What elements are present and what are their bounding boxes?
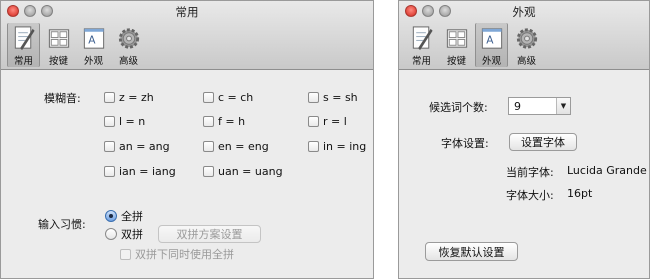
general-preferences-window: 常用 按键 A 外观 高级 常用 模糊音: z = zh c = ch s = …: [0, 0, 374, 279]
input-habit-label: 输入习惯:: [38, 218, 86, 231]
toolbar-tab-appearance[interactable]: A 外观: [77, 23, 110, 67]
shuangpin-settings-button[interactable]: 双拼方案设置: [158, 225, 261, 243]
checkbox[interactable]: [203, 91, 214, 103]
minimize-button[interactable]: [24, 5, 36, 17]
fuzzy-option-z-zh[interactable]: z = zh: [104, 90, 154, 104]
radio-button[interactable]: [105, 228, 117, 240]
checkbox[interactable]: [104, 140, 115, 152]
toolbar-label: 按键: [446, 56, 466, 67]
checkbox[interactable]: [308, 115, 319, 127]
svg-text:A: A: [88, 34, 96, 46]
fuzzy-option-en-eng[interactable]: en = eng: [203, 139, 269, 153]
candidate-count-select[interactable]: 9 ▼: [508, 97, 571, 115]
fuzzy-option-in-ing[interactable]: in = ing: [308, 139, 366, 153]
radio-quanpin[interactable]: 全拼: [105, 208, 143, 224]
toolbar-tab-advanced[interactable]: 高级: [510, 23, 543, 67]
current-font-value: Lucida Grande: [567, 164, 647, 177]
close-button[interactable]: [405, 5, 417, 17]
checkbox[interactable]: [203, 115, 214, 127]
toolbar-label: 高级: [516, 56, 536, 67]
keyboard-icon: [446, 29, 467, 48]
toolbar-label: 按键: [48, 56, 68, 67]
restore-defaults-button[interactable]: 恢复默认设置: [425, 242, 518, 261]
font-size-label: 字体大小:: [506, 189, 554, 202]
gear-icon: [516, 28, 537, 49]
keyboard-icon: [48, 29, 69, 48]
pencil-page-icon: [14, 26, 35, 51]
font-window-icon: A: [83, 28, 104, 49]
dropdown-arrow-icon: ▼: [556, 98, 570, 114]
appearance-preferences-window: 常用 按键 A 外观 高级 外观 候选词个数: 9 ▼ 字体设置: 设置字体 当…: [398, 0, 650, 279]
checkbox[interactable]: [308, 140, 319, 152]
checkbox[interactable]: [203, 165, 214, 177]
font-window-icon: A: [481, 28, 502, 49]
fuzzy-option-s-sh[interactable]: s = sh: [308, 90, 358, 104]
toolbar-tab-keys[interactable]: 按键: [42, 23, 75, 67]
toolbar-tab-appearance[interactable]: A 外观: [475, 23, 508, 67]
checkbox[interactable]: [104, 165, 115, 177]
fuzzy-option-r-l[interactable]: r = l: [308, 114, 347, 128]
toolbar-tab-general[interactable]: 常用: [405, 23, 438, 67]
toolbar-tab-general[interactable]: 常用: [7, 23, 40, 67]
shuangpin-also-quanpin-option[interactable]: 双拼下同时使用全拼: [120, 246, 234, 262]
fuzzy-pinyin-label: 模糊音:: [44, 92, 81, 105]
title-bar: 外观: [399, 1, 649, 23]
window-title: 常用: [175, 5, 199, 19]
toolbar-tab-advanced[interactable]: 高级: [112, 23, 145, 67]
checkbox[interactable]: [104, 91, 115, 103]
radio-shuangpin[interactable]: 双拼: [105, 226, 143, 242]
toolbar-label: 常用: [13, 56, 33, 67]
zoom-button[interactable]: [439, 5, 451, 17]
svg-text:A: A: [486, 34, 494, 46]
fuzzy-option-an-ang[interactable]: an = ang: [104, 139, 170, 153]
minimize-button[interactable]: [422, 5, 434, 17]
set-font-button[interactable]: 设置字体: [509, 133, 577, 151]
pencil-page-icon: [412, 26, 433, 51]
fuzzy-option-f-h[interactable]: f = h: [203, 114, 245, 128]
window-title: 外观: [512, 5, 536, 19]
font-size-value: 16pt: [567, 187, 593, 200]
fuzzy-option-l-n[interactable]: l = n: [104, 114, 145, 128]
candidate-count-value: 9: [514, 99, 521, 113]
checkbox[interactable]: [308, 91, 319, 103]
zoom-button[interactable]: [41, 5, 53, 17]
checkbox[interactable]: [120, 248, 131, 260]
toolbar-label: 外观: [83, 56, 103, 67]
close-button[interactable]: [7, 5, 19, 17]
toolbar-label: 常用: [411, 56, 431, 67]
current-font-label: 当前字体:: [506, 166, 554, 179]
font-settings-label: 字体设置:: [441, 137, 489, 150]
gear-icon: [118, 28, 139, 49]
toolbar-label: 外观: [481, 56, 501, 67]
toolbar-label: 高级: [118, 56, 138, 67]
checkbox[interactable]: [203, 140, 214, 152]
fuzzy-option-c-ch[interactable]: c = ch: [203, 90, 253, 104]
fuzzy-option-uan-uang[interactable]: uan = uang: [203, 164, 283, 178]
title-bar: 常用: [1, 1, 373, 23]
checkbox[interactable]: [104, 115, 115, 127]
radio-button[interactable]: [105, 210, 117, 222]
toolbar-tab-keys[interactable]: 按键: [440, 23, 473, 67]
candidate-count-label: 候选词个数:: [429, 101, 488, 114]
fuzzy-option-ian-iang[interactable]: ian = iang: [104, 164, 176, 178]
